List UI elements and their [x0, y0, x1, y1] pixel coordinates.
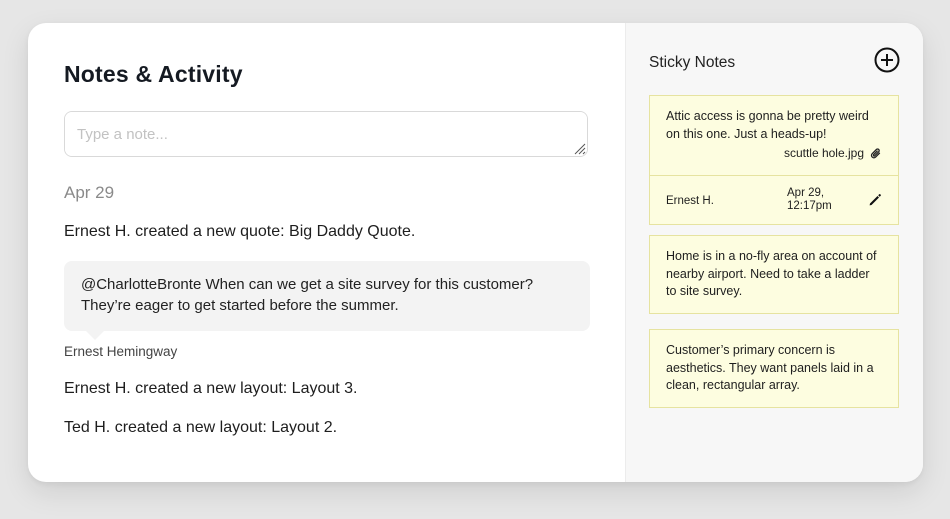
sidebar-title: Sticky Notes — [649, 54, 736, 71]
comment-text-line: @CharlotteBronte When can we get a site … — [81, 276, 534, 293]
notes-activity-card: Notes & Activity Apr 29 Ernest H. create… — [28, 23, 923, 482]
page-title: Notes & Activity — [64, 61, 243, 87]
comment-author: Ernest Hemingway — [64, 344, 178, 359]
sticky-note-line: clean, rectangular array. — [666, 378, 800, 392]
activity-panel: Notes & Activity Apr 29 Ernest H. create… — [28, 23, 625, 482]
sticky-note-body: Attic access is gonna be pretty weird on… — [650, 96, 898, 175]
activity-item: Ted H. created a new layout: Layout 2. — [64, 419, 338, 436]
activity-item: Ernest H. created a new quote: Big Daddy… — [64, 223, 416, 240]
sticky-note-footer: Ernest H. Apr 29, 12:17pm — [650, 174, 898, 224]
note-input[interactable] — [64, 111, 588, 157]
comment-text-line: They’re eager to get started before the … — [81, 297, 399, 314]
comment-bubble: @CharlotteBronte When can we get a site … — [64, 261, 590, 340]
sticky-note-body: Customer’s primary concern is aesthetics… — [650, 330, 898, 407]
sticky-note-line: nearby airport. Need to take a ladder — [666, 266, 870, 281]
sticky-note-line: on this one. Just a heads-up! — [666, 126, 827, 141]
pencil-icon[interactable] — [868, 193, 882, 207]
sticky-note-line: to site survey. — [666, 284, 743, 298]
sticky-note-line: Attic access is gonna be pretty weird — [666, 109, 869, 123]
sticky-note-body: Home is in a no-fly area on account of n… — [650, 236, 898, 313]
sticky-note-date: Apr 29, 12:17pm — [787, 187, 832, 213]
sticky-note[interactable]: Customer’s primary concern is aesthetics… — [649, 329, 899, 408]
sticky-note-line: Home is in a no-fly area on account of — [666, 249, 877, 263]
sticky-note[interactable]: Attic access is gonna be pretty weird on… — [649, 95, 899, 225]
sticky-note-time-line: 12:17pm — [787, 199, 832, 212]
sticky-note[interactable]: Home is in a no-fly area on account of n… — [649, 235, 899, 314]
resize-grip-icon[interactable] — [574, 143, 586, 155]
activity-date: Apr 29 — [64, 183, 115, 202]
sticky-note-line: aesthetics. They want panels laid in a — [666, 360, 874, 375]
plus-circle-icon[interactable] — [874, 47, 900, 73]
activity-item: Ernest H. created a new layout: Layout 3… — [64, 380, 358, 397]
sticky-note-line: Customer’s primary concern is — [666, 343, 836, 357]
sticky-note-author: Ernest H. — [666, 194, 714, 207]
sticky-notes-sidebar: Sticky Notes Attic access is gonna be pr… — [625, 23, 923, 482]
attachment-link[interactable]: scuttle hole.jpg — [666, 145, 882, 163]
sticky-note-date-line: Apr 29, — [787, 186, 825, 199]
attachment-filename[interactable]: scuttle hole.jpg — [784, 145, 864, 163]
paperclip-icon — [870, 148, 881, 159]
